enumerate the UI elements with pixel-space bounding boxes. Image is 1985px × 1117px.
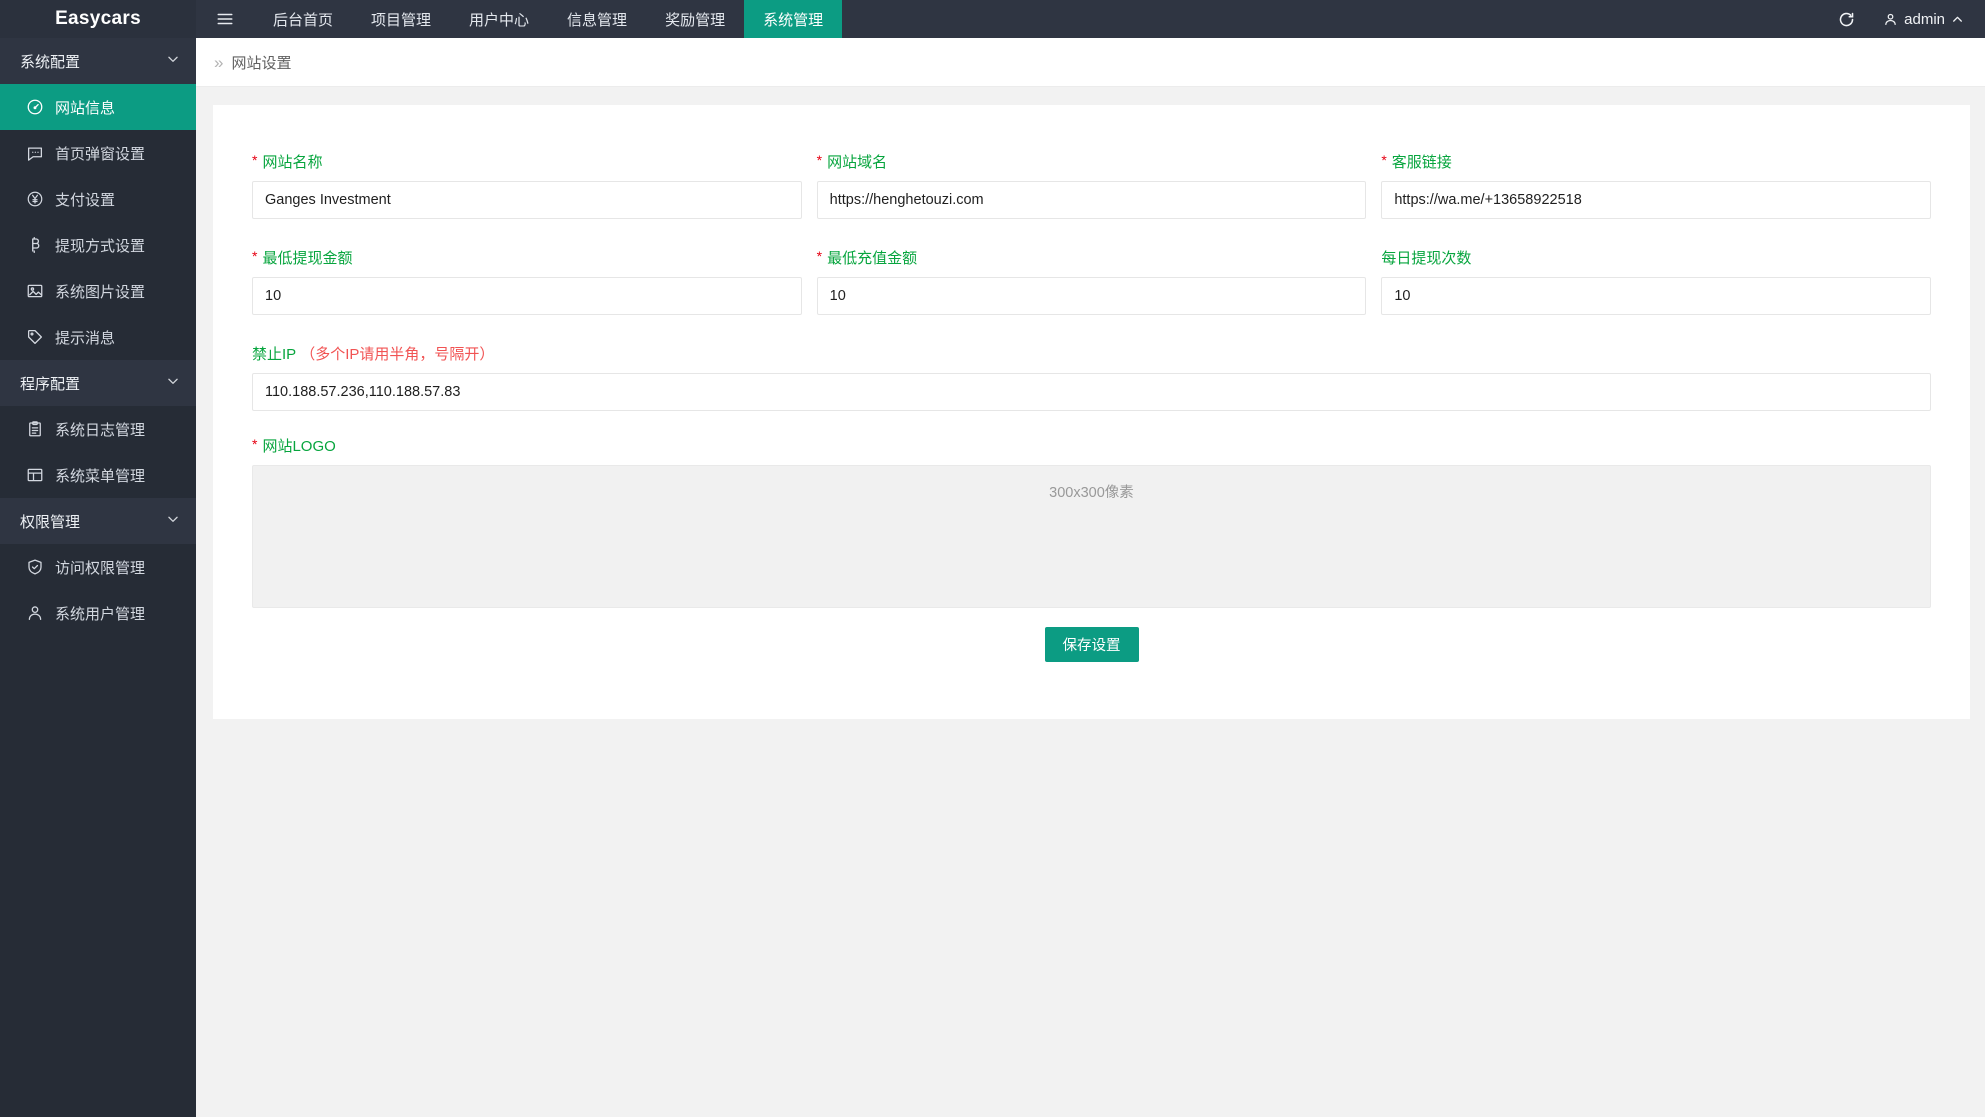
shield-check-icon — [25, 557, 45, 577]
field-label: 禁止IP （多个IP请用半角，号隔开） — [252, 343, 1931, 364]
site-name-input[interactable] — [252, 181, 802, 219]
sidebar-group-label: 权限管理 — [20, 511, 80, 532]
sidebar-item-system-image-settings[interactable]: 系统图片设置 — [0, 268, 196, 314]
customer-service-link-input[interactable] — [1381, 181, 1931, 219]
sidebar-item-label: 首页弹窗设置 — [55, 143, 145, 164]
content: * 网站名称 * 网站域名 * 客服链接 — [196, 87, 1985, 719]
field-site-domain: * 网站域名 — [817, 151, 1367, 219]
field-label: * 客服链接 — [1381, 151, 1931, 172]
topnav-item-user-center[interactable]: 用户中心 — [450, 0, 548, 38]
field-hint: （多个IP请用半角，号隔开） — [300, 343, 494, 364]
field-customer-service-link: * 客服链接 — [1381, 151, 1931, 219]
field-site-name: * 网站名称 — [252, 151, 802, 219]
menu-table-icon — [25, 465, 45, 485]
sidebar-item-label: 提示消息 — [55, 327, 115, 348]
sidebar-item-payment-settings[interactable]: 支付设置 — [0, 176, 196, 222]
field-label: * 网站名称 — [252, 151, 802, 172]
min-recharge-amount-input[interactable] — [817, 277, 1367, 315]
topnav-item-rewards[interactable]: 奖励管理 — [646, 0, 744, 38]
field-min-recharge-amount: * 最低充值金额 — [817, 247, 1367, 315]
user-icon — [25, 603, 45, 623]
logo-upload-dropzone[interactable]: 300x300像素 — [252, 465, 1931, 608]
required-marker: * — [252, 152, 257, 168]
daily-withdraw-times-input[interactable] — [1381, 277, 1931, 315]
yen-pay-icon — [25, 189, 45, 209]
sidebar-item-label: 系统菜单管理 — [55, 465, 145, 486]
required-marker: * — [252, 248, 257, 264]
chevron-down-icon — [166, 52, 180, 70]
sidebar-item-tip-messages[interactable]: 提示消息 — [0, 314, 196, 360]
required-marker: * — [1381, 152, 1386, 168]
caret-up-icon — [1951, 13, 1964, 26]
field-label: * 最低充值金额 — [817, 247, 1367, 268]
breadcrumb: » 网站设置 — [196, 38, 1985, 87]
sidebar-item-label: 系统用户管理 — [55, 603, 145, 624]
chevron-down-icon — [166, 374, 180, 392]
sidebar-item-withdraw-method-settings[interactable]: 提现方式设置 — [0, 222, 196, 268]
image-icon — [25, 281, 45, 301]
button-row: 保存设置 — [252, 627, 1931, 662]
sidebar-group-system-config[interactable]: 系统配置 — [0, 38, 196, 84]
sidebar-group-label: 程序配置 — [20, 373, 80, 394]
user-icon — [1883, 12, 1898, 27]
top-bar: Easycars 后台首页 项目管理 用户中心 信息管理 奖励管理 系统管理 a… — [0, 0, 1985, 38]
sidebar-item-home-popup-settings[interactable]: 首页弹窗设置 — [0, 130, 196, 176]
log-clipboard-icon — [25, 419, 45, 439]
top-navigation: 后台首页 项目管理 用户中心 信息管理 奖励管理 系统管理 — [254, 0, 842, 38]
topnav-item-projects[interactable]: 项目管理 — [352, 0, 450, 38]
sidebar-group-label: 系统配置 — [20, 51, 80, 72]
bitcoin-icon — [25, 235, 45, 255]
refresh-icon[interactable] — [1823, 0, 1869, 38]
page-title: 网站设置 — [231, 52, 291, 73]
sidebar-item-label: 系统图片设置 — [55, 281, 145, 302]
sidebar-item-system-log-management[interactable]: 系统日志管理 — [0, 406, 196, 452]
sidebar-item-label: 系统日志管理 — [55, 419, 145, 440]
save-settings-button[interactable]: 保存设置 — [1045, 627, 1139, 662]
sidebar-item-access-permission-management[interactable]: 访问权限管理 — [0, 544, 196, 590]
sidebar-item-system-menu-management[interactable]: 系统菜单管理 — [0, 452, 196, 498]
min-withdraw-amount-input[interactable] — [252, 277, 802, 315]
field-daily-withdraw-times: 每日提现次数 — [1381, 247, 1931, 315]
sidebar-item-label: 提现方式设置 — [55, 235, 145, 256]
field-min-withdraw-amount: * 最低提现金额 — [252, 247, 802, 315]
user-menu[interactable]: admin — [1869, 0, 1966, 38]
hamburger-menu-icon[interactable] — [196, 0, 254, 38]
sidebar-item-label: 支付设置 — [55, 189, 115, 210]
required-marker: * — [817, 248, 822, 264]
popup-comment-icon — [25, 143, 45, 163]
site-domain-input[interactable] — [817, 181, 1367, 219]
breadcrumb-separator-icon: » — [214, 54, 223, 71]
sidebar-group-program-config[interactable]: 程序配置 — [0, 360, 196, 406]
sidebar-item-website-info[interactable]: 网站信息 — [0, 84, 196, 130]
main-area: » 网站设置 * 网站名称 * 网站域名 — [196, 38, 1985, 1117]
topnav-item-information[interactable]: 信息管理 — [548, 0, 646, 38]
required-marker: * — [817, 152, 822, 168]
sidebar-item-label: 网站信息 — [55, 97, 115, 118]
dashboard-icon — [25, 97, 45, 117]
sidebar: 系统配置 网站信息 首页弹窗设置 支付设置 提现方式设置 系统图片设置 — [0, 38, 196, 1117]
settings-form-card: * 网站名称 * 网站域名 * 客服链接 — [213, 105, 1970, 719]
topnav-item-home[interactable]: 后台首页 — [254, 0, 352, 38]
required-marker: * — [252, 436, 257, 452]
sidebar-item-label: 访问权限管理 — [55, 557, 145, 578]
upload-hint: 300x300像素 — [1049, 485, 1134, 501]
field-label: * 最低提现金额 — [252, 247, 802, 268]
sidebar-item-system-user-management[interactable]: 系统用户管理 — [0, 590, 196, 636]
tag-icon — [25, 327, 45, 347]
field-label: 每日提现次数 — [1381, 247, 1931, 268]
topnav-item-system[interactable]: 系统管理 — [744, 0, 842, 38]
field-label: * 网站LOGO — [252, 435, 1931, 456]
sidebar-group-permission-management[interactable]: 权限管理 — [0, 498, 196, 544]
chevron-down-icon — [166, 512, 180, 530]
forbidden-ip-input[interactable] — [252, 373, 1931, 411]
topbar-right: admin — [1823, 0, 1985, 38]
app-logo: Easycars — [0, 0, 196, 38]
field-site-logo: * 网站LOGO 300x300像素 — [252, 435, 1931, 608]
field-forbidden-ip: 禁止IP （多个IP请用半角，号隔开） — [252, 343, 1931, 411]
username: admin — [1904, 11, 1945, 28]
field-label: * 网站域名 — [817, 151, 1367, 172]
